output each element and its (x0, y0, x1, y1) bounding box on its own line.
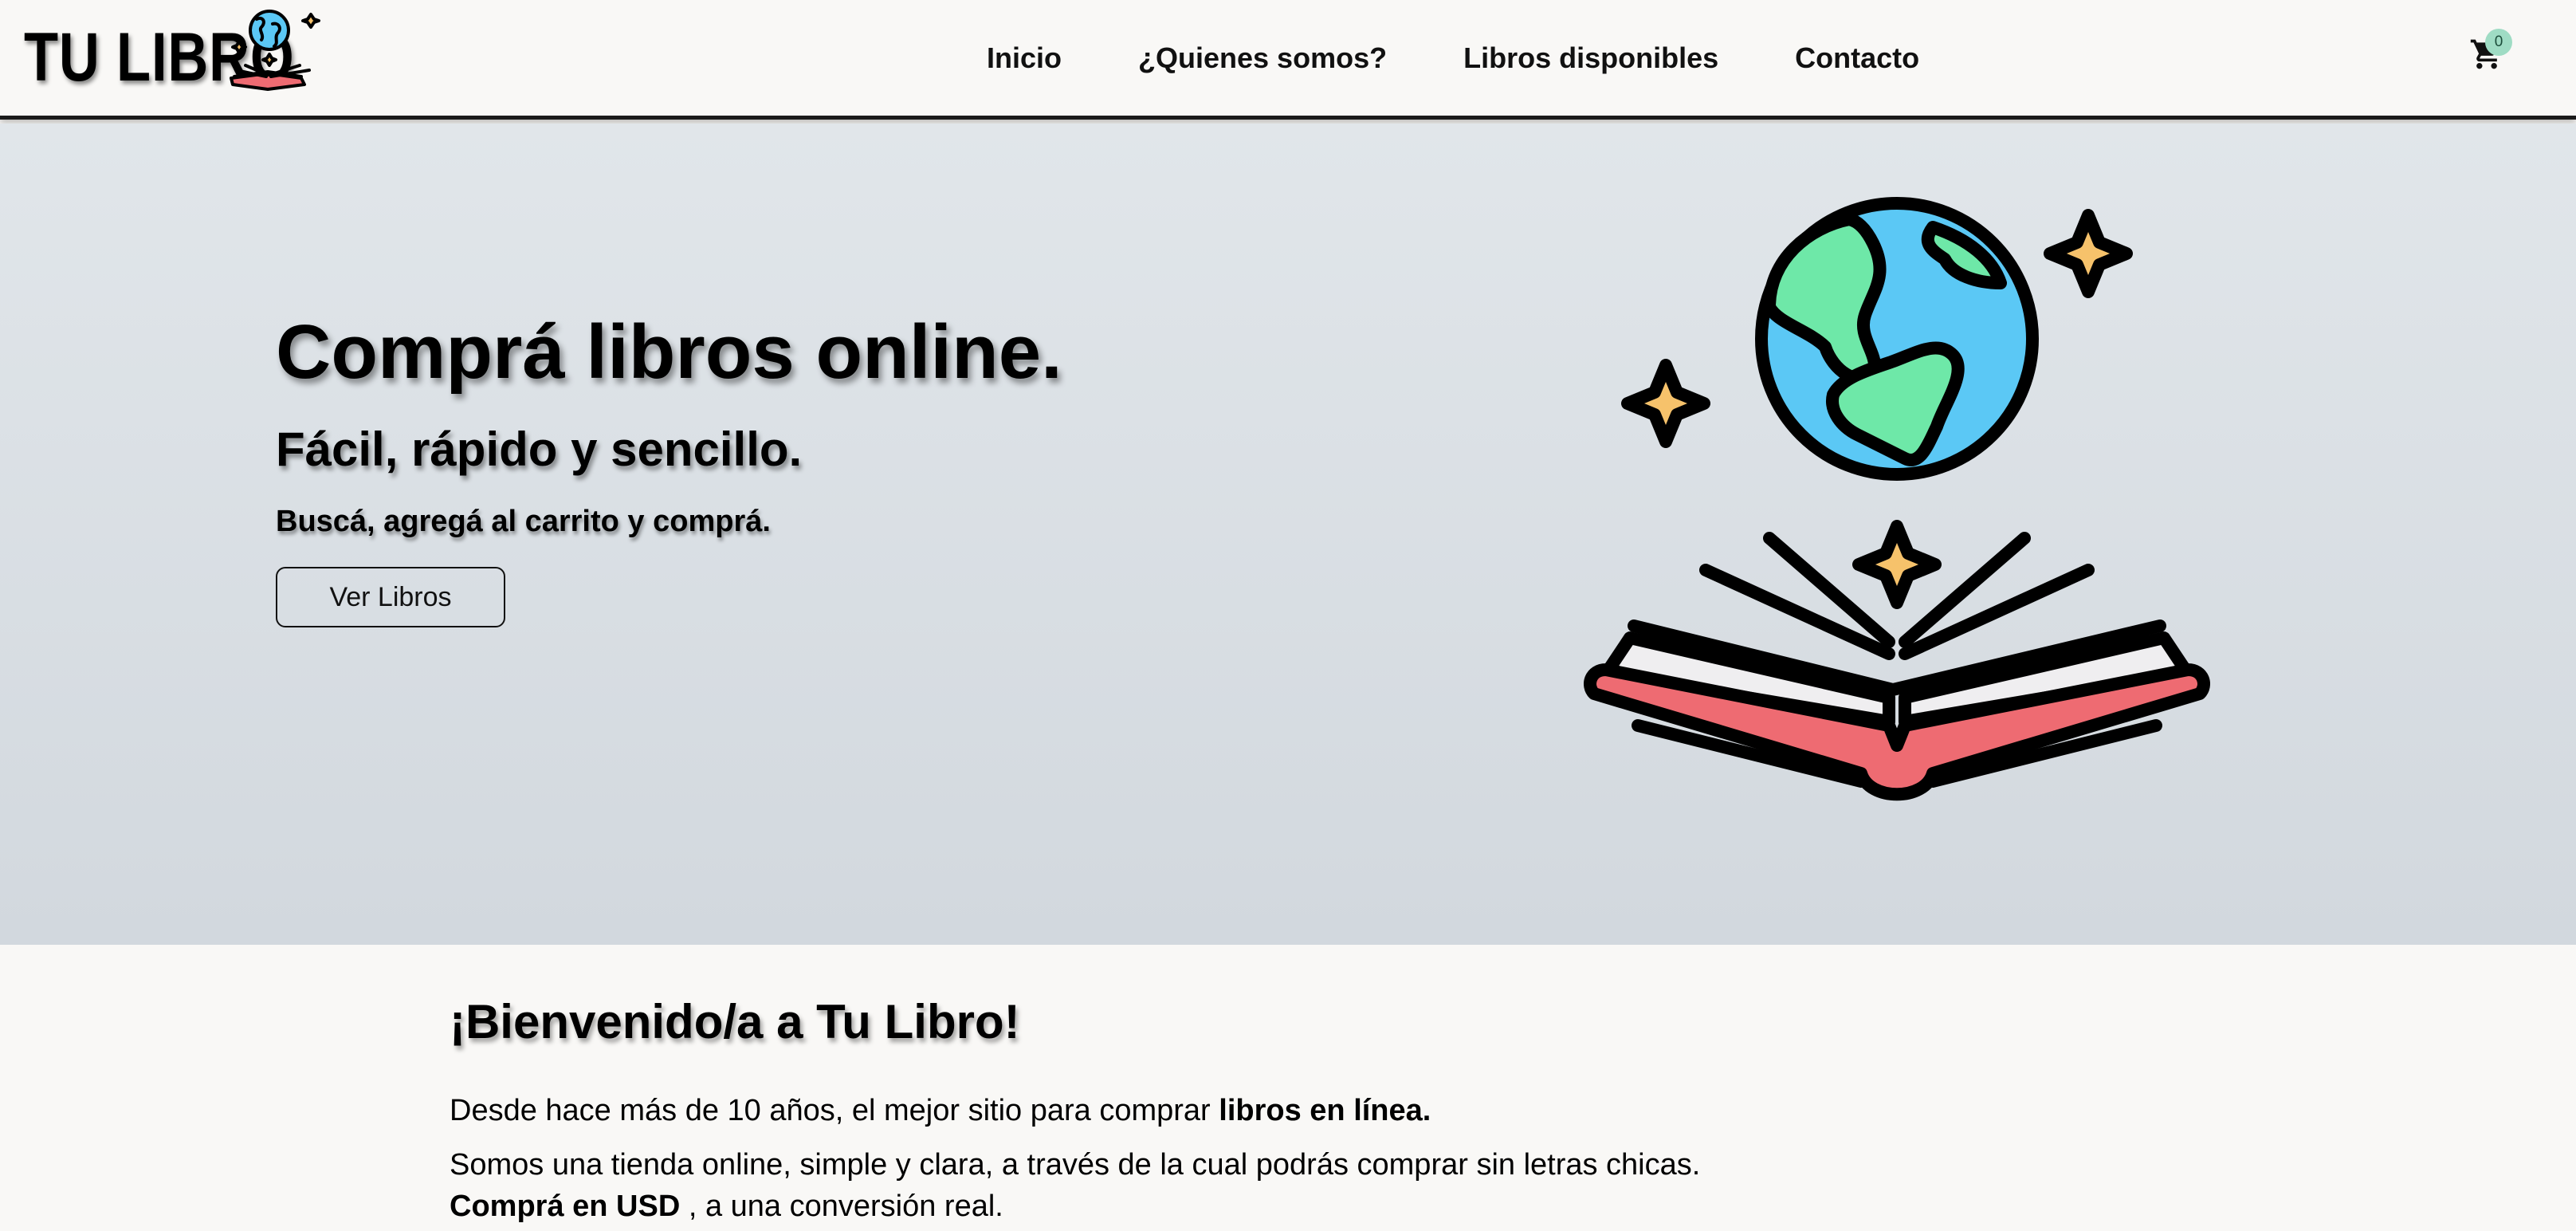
ver-libros-button[interactable]: Ver Libros (276, 567, 505, 627)
welcome-paragraph-1: Desde hace más de 10 años, el mejor siti… (450, 1090, 1431, 1131)
main-nav: Inicio ¿Quienes somos? Libros disponible… (987, 0, 1919, 116)
hero-section: Comprá libros online. Fácil, rápido y se… (0, 124, 2576, 945)
nav-link-contacto[interactable]: Contacto (1795, 41, 1919, 75)
welcome-p3-text: , a una conversión real. (680, 1190, 1003, 1223)
nav-link-inicio[interactable]: Inicio (987, 41, 1062, 75)
welcome-paragraph-2: Somos una tienda online, simple y clara,… (450, 1148, 1701, 1182)
hero-tagline: Buscá, agregá al carrito y comprá. (276, 505, 771, 538)
welcome-p1-text: Desde hace más de 10 años, el mejor siti… (450, 1094, 1219, 1127)
globe-book-icon (230, 10, 320, 91)
hero-subtitle: Fácil, rápido y sencillo. (276, 423, 803, 476)
welcome-paragraph-3: Comprá en USD , a una conversión real. (450, 1186, 1003, 1227)
welcome-section: ¡Bienvenido/a a Tu Libro! Desde hace más… (0, 945, 2576, 1231)
welcome-p1-bold: libros en línea. (1219, 1094, 1431, 1127)
nav-link-libros-disponibles[interactable]: Libros disponibles (1463, 41, 1718, 75)
globe-open-book-icon (1584, 197, 2210, 801)
nav-link-quienes-somos[interactable]: ¿Quienes somos? (1138, 41, 1387, 75)
welcome-title: ¡Bienvenido/a a Tu Libro! (450, 995, 1020, 1048)
hero-title: Comprá libros online. (276, 309, 1062, 395)
cart-count-badge: 0 (2485, 29, 2512, 56)
navbar: TU LIBRO Inicio ¿Quienes somos? Libros d… (0, 0, 2576, 120)
welcome-p3-bold: Comprá en USD (450, 1190, 681, 1223)
